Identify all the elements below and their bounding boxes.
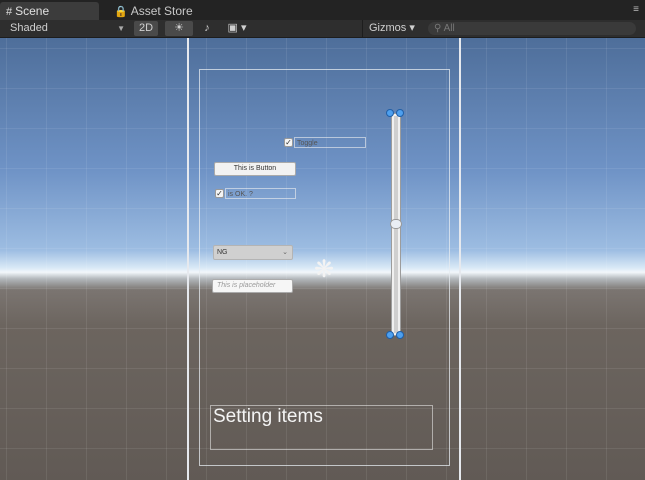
- slider-handle[interactable]: [390, 219, 402, 229]
- toggle-2d-button[interactable]: 2D: [134, 21, 158, 36]
- gizmos-dropdown[interactable]: Gizmos ▾: [362, 20, 422, 37]
- image-effects-icon[interactable]: ▣ ▾: [222, 21, 252, 36]
- rect-handle-top-right[interactable]: [396, 109, 404, 117]
- pivot-icon[interactable]: ❋: [311, 257, 337, 283]
- rect-handle-top-left[interactable]: [386, 109, 394, 117]
- gizmos-label: Gizmos: [369, 22, 407, 34]
- scene-viewport[interactable]: ✓ Toggle This is Button ✓ is OK. ? NG ⌄ …: [0, 38, 645, 480]
- tab-scene-label: Scene: [15, 4, 50, 18]
- tab-bar: # Scene 🔒 Asset Store ≡: [0, 0, 645, 20]
- tab-asset-store[interactable]: 🔒 Asset Store: [108, 2, 218, 20]
- rect-handle-bottom-right[interactable]: [396, 331, 404, 339]
- checkmark-icon[interactable]: ✓: [284, 138, 293, 147]
- setting-items-text[interactable]: Setting items: [210, 405, 433, 450]
- toggle-1[interactable]: ✓ Toggle: [284, 137, 366, 148]
- dropdown-value: NG: [217, 249, 228, 256]
- grid-icon: #: [6, 6, 13, 18]
- audio-icon[interactable]: ♪: [196, 21, 218, 36]
- search-placeholder: All: [443, 23, 455, 34]
- checkmark-icon[interactable]: ✓: [215, 189, 224, 198]
- rect-handle-bottom-left[interactable]: [386, 331, 394, 339]
- chevron-down-icon: ▼: [117, 24, 125, 33]
- sun-icon[interactable]: ☀: [165, 21, 193, 36]
- draw-mode-dropdown[interactable]: Shaded ▼: [0, 20, 129, 37]
- chevron-down-icon: ⌄: [282, 249, 288, 256]
- scene-dropdown[interactable]: NG ⌄: [213, 245, 293, 260]
- toggle-2-label: is OK. ?: [225, 188, 296, 199]
- scene-search-input[interactable]: ⚲ All: [428, 22, 636, 35]
- toggle-2[interactable]: ✓ is OK. ?: [215, 188, 297, 199]
- scene-button[interactable]: This is Button: [214, 162, 296, 176]
- tab-asset-store-label: Asset Store: [130, 4, 193, 18]
- tab-scene[interactable]: # Scene: [0, 2, 99, 20]
- toggle-1-label: Toggle: [294, 137, 366, 148]
- scene-toolbar: Shaded ▼ 2D ☀ ♪ ▣ ▾ Gizmos ▾ ⚲ All: [0, 20, 645, 38]
- draw-mode-label: Shaded: [10, 22, 48, 34]
- input-placeholder: This is placeholder: [217, 282, 276, 289]
- search-icon: ⚲: [434, 23, 442, 34]
- setting-items-label: Setting items: [213, 406, 323, 427]
- tab-menu-icon[interactable]: ≡: [633, 4, 639, 15]
- scene-input-field[interactable]: This is placeholder: [212, 279, 293, 293]
- lock-icon: 🔒: [114, 6, 128, 18]
